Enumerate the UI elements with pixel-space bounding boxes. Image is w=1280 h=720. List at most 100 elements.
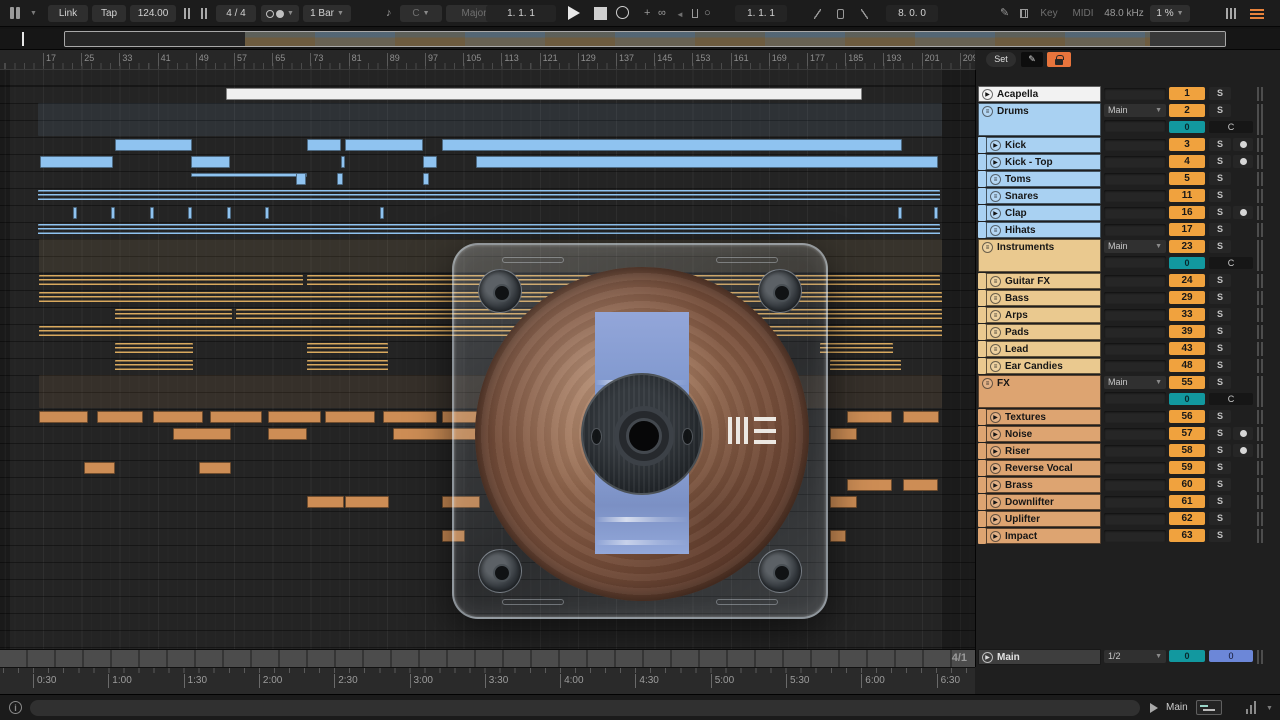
track-number[interactable]: 58 bbox=[1169, 444, 1205, 457]
io-field[interactable] bbox=[1104, 479, 1166, 491]
clip[interactable] bbox=[115, 343, 193, 355]
solo-button[interactable]: S bbox=[1209, 291, 1231, 304]
app-logo-icon[interactable] bbox=[10, 7, 20, 19]
output-routing-menu[interactable]: Main▼ bbox=[1104, 376, 1166, 389]
track-number[interactable]: 29 bbox=[1169, 291, 1205, 304]
track-row-instruments[interactable]: ≡InstrumentsMain▼0C23S bbox=[976, 239, 1280, 272]
clip[interactable] bbox=[830, 428, 857, 440]
main-pan-value[interactable]: 0 bbox=[1209, 650, 1253, 662]
clip[interactable] bbox=[830, 530, 846, 542]
solo-button[interactable]: S bbox=[1209, 478, 1231, 491]
io-field[interactable] bbox=[1104, 173, 1166, 185]
clip[interactable] bbox=[476, 156, 938, 168]
track-number[interactable]: 48 bbox=[1169, 359, 1205, 372]
solo-button[interactable]: S bbox=[1209, 172, 1231, 185]
solo-button[interactable]: S bbox=[1209, 155, 1231, 168]
io-field[interactable] bbox=[1104, 275, 1166, 287]
track-row-textures[interactable]: ▶Textures56S bbox=[976, 409, 1280, 425]
clip[interactable] bbox=[423, 156, 437, 168]
clip[interactable] bbox=[188, 207, 192, 219]
grid-interval-menu[interactable]: 1/2▼ bbox=[1104, 650, 1166, 663]
track-row-kick[interactable]: ▶Kick3S bbox=[976, 137, 1280, 153]
clip[interactable] bbox=[150, 207, 154, 219]
track-number[interactable]: 3 bbox=[1169, 138, 1205, 151]
track-name[interactable]: ≡Snares bbox=[986, 188, 1101, 204]
clip[interactable] bbox=[115, 309, 232, 321]
clip[interactable] bbox=[307, 496, 344, 508]
track-row-fx[interactable]: ≡FXMain▼0C55S bbox=[976, 375, 1280, 408]
track-row-impact[interactable]: ▶Impact63S bbox=[976, 528, 1280, 544]
arm-button[interactable] bbox=[1233, 206, 1253, 219]
io-field[interactable] bbox=[1104, 428, 1166, 440]
clip[interactable] bbox=[115, 360, 193, 372]
stop-button[interactable] bbox=[594, 7, 607, 20]
track-name[interactable]: ▶Brass bbox=[986, 477, 1101, 493]
clip[interactable] bbox=[97, 411, 143, 423]
pan-value[interactable]: C bbox=[1209, 257, 1253, 269]
io-field[interactable] bbox=[1104, 392, 1166, 404]
volume-value[interactable]: 0 bbox=[1169, 121, 1205, 133]
draw-mode-icon[interactable]: ✎ bbox=[1000, 8, 1009, 19]
solo-button[interactable]: S bbox=[1209, 529, 1231, 542]
link-button[interactable]: Link bbox=[48, 5, 88, 22]
clip[interactable] bbox=[830, 360, 901, 372]
track-row-pads[interactable]: ≡Pads39S bbox=[976, 324, 1280, 340]
solo-button[interactable]: S bbox=[1209, 87, 1231, 100]
track-name[interactable]: ≡Drums bbox=[978, 103, 1101, 136]
lock-envelopes-button[interactable] bbox=[1047, 52, 1071, 67]
track-name[interactable]: ▶Impact bbox=[986, 528, 1101, 544]
solo-button[interactable]: S bbox=[1209, 138, 1231, 151]
clip[interactable] bbox=[84, 462, 115, 474]
clip[interactable] bbox=[380, 207, 384, 219]
volume-value[interactable]: 0 bbox=[1169, 393, 1205, 405]
solo-button[interactable]: S bbox=[1209, 223, 1231, 236]
fade-in-icon[interactable] bbox=[810, 5, 825, 22]
clip[interactable] bbox=[898, 207, 902, 219]
clip[interactable] bbox=[830, 496, 857, 508]
output-routing-menu[interactable]: Main▼ bbox=[1104, 104, 1166, 117]
track-name[interactable]: ≡Bass bbox=[986, 290, 1101, 306]
track-row-noise[interactable]: ▶Noise57S bbox=[976, 426, 1280, 442]
track-name[interactable]: ▶Clap bbox=[986, 205, 1101, 221]
clip[interactable] bbox=[934, 207, 938, 219]
clip[interactable] bbox=[173, 428, 231, 440]
io-field[interactable] bbox=[1104, 292, 1166, 304]
solo-button[interactable]: S bbox=[1209, 512, 1231, 525]
solo-button[interactable]: S bbox=[1209, 206, 1231, 219]
arm-button[interactable] bbox=[1233, 155, 1253, 168]
clip[interactable] bbox=[191, 156, 230, 168]
nudge-down-icon[interactable] bbox=[180, 5, 195, 22]
tempo-follower-icon[interactable]: ∞ bbox=[658, 8, 666, 19]
io-field[interactable] bbox=[1104, 156, 1166, 168]
track-number[interactable]: 4 bbox=[1169, 155, 1205, 168]
arrangement-overview[interactable] bbox=[0, 29, 1280, 50]
punch-out-icon[interactable]: ○ bbox=[704, 8, 711, 19]
track-name[interactable]: ▶Uplifter bbox=[986, 511, 1101, 527]
clip[interactable] bbox=[325, 411, 375, 423]
track-number[interactable]: 56 bbox=[1169, 410, 1205, 423]
track-row-acapella[interactable]: ▶Acapella1S bbox=[976, 86, 1280, 102]
loop-length-field[interactable]: 8. 0. 0 bbox=[886, 5, 938, 22]
solo-button[interactable]: S bbox=[1209, 274, 1231, 287]
clip[interactable] bbox=[199, 462, 231, 474]
track-name[interactable]: ≡Toms bbox=[986, 171, 1101, 187]
clip[interactable] bbox=[73, 207, 77, 219]
solo-button[interactable]: S bbox=[1209, 410, 1231, 423]
loop-brackets-icon[interactable] bbox=[688, 5, 702, 22]
track-row-riser[interactable]: ▶Riser58S bbox=[976, 443, 1280, 459]
clip[interactable] bbox=[268, 411, 321, 423]
output-routing-menu[interactable]: Main▼ bbox=[1104, 240, 1166, 253]
io-field[interactable] bbox=[1104, 88, 1166, 100]
record-button[interactable] bbox=[616, 6, 629, 19]
track-row-lead[interactable]: ≡Lead43S bbox=[976, 341, 1280, 357]
beat-time-ruler[interactable]: 1725334149576573818997105113121129137145… bbox=[0, 50, 975, 70]
track-number[interactable]: 59 bbox=[1169, 461, 1205, 474]
clip[interactable] bbox=[423, 173, 429, 185]
main-volume-value[interactable]: 0 bbox=[1169, 650, 1205, 662]
draw-mode-toggle[interactable]: ✎ bbox=[1021, 52, 1043, 67]
quantize-menu[interactable]: 1 Bar▼ bbox=[303, 5, 351, 22]
clip[interactable] bbox=[337, 173, 343, 185]
pan-value[interactable]: C bbox=[1209, 121, 1253, 133]
clip[interactable] bbox=[210, 411, 262, 423]
track-row-brass[interactable]: ▶Brass60S bbox=[976, 477, 1280, 493]
